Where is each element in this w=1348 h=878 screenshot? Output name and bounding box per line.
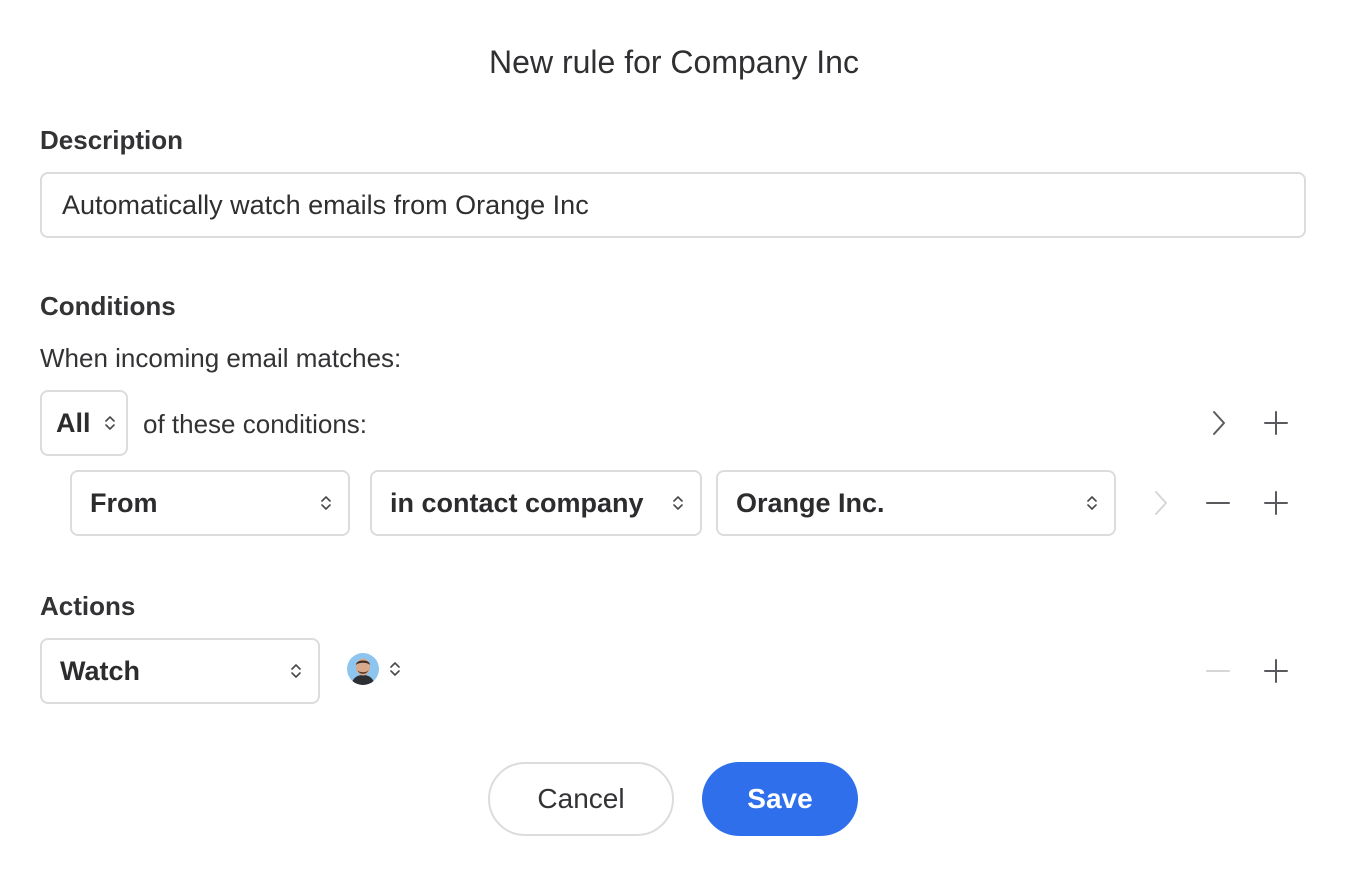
chevron-updown-icon [672,494,684,512]
chevron-right-icon[interactable] [1140,483,1180,523]
cancel-button[interactable]: Cancel [488,762,674,836]
actions-label: Actions [40,591,136,621]
condition-field-select[interactable]: From [70,470,350,536]
condition-operator-select[interactable]: in contact company [370,470,702,536]
chevron-right-icon[interactable] [1198,403,1238,443]
plus-icon[interactable] [1256,483,1296,523]
dialog-title: New rule for Company Inc [489,44,859,80]
chevron-updown-icon [290,662,302,680]
description-value: Automatically watch emails from Orange I… [62,189,589,220]
chevron-updown-icon [1086,494,1098,512]
description-input[interactable]: Automatically watch emails from Orange I… [40,172,1306,238]
action-value: Watch [60,655,140,686]
condition-value-value: Orange Inc. [736,487,885,518]
condition-value-select[interactable]: Orange Inc. [716,470,1116,536]
conditions-label: Conditions [40,291,176,321]
plus-icon[interactable] [1256,403,1296,443]
user-avatar [347,653,379,685]
conditions-intro: When incoming email matches: [40,343,402,373]
minus-icon[interactable] [1198,651,1238,691]
chevron-updown-icon [320,494,332,512]
plus-icon[interactable] [1256,651,1296,691]
match-suffix: of these conditions: [143,409,368,439]
minus-icon[interactable] [1198,483,1238,523]
chevron-updown-icon [389,660,401,678]
save-button[interactable]: Save [702,762,858,836]
match-mode-value: All [56,407,91,438]
description-label: Description [40,125,184,155]
condition-operator-value: in contact company [390,487,644,518]
condition-field-value: From [90,487,158,518]
chevron-updown-icon [104,414,116,432]
action-select[interactable]: Watch [40,638,320,704]
match-mode-select[interactable]: All [40,390,128,456]
assignee-picker[interactable] [347,652,411,686]
